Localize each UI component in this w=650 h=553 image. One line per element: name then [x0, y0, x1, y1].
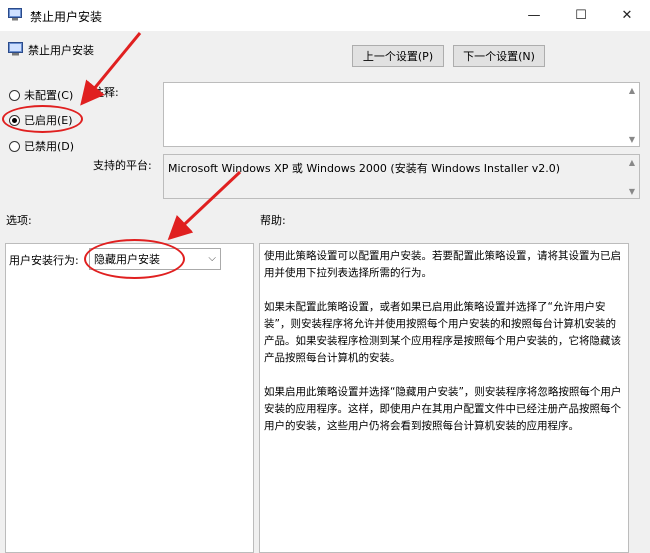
annotation-arrows [80, 32, 242, 241]
arrow-to-select [167, 170, 242, 241]
arrow-to-enabled [80, 32, 142, 106]
